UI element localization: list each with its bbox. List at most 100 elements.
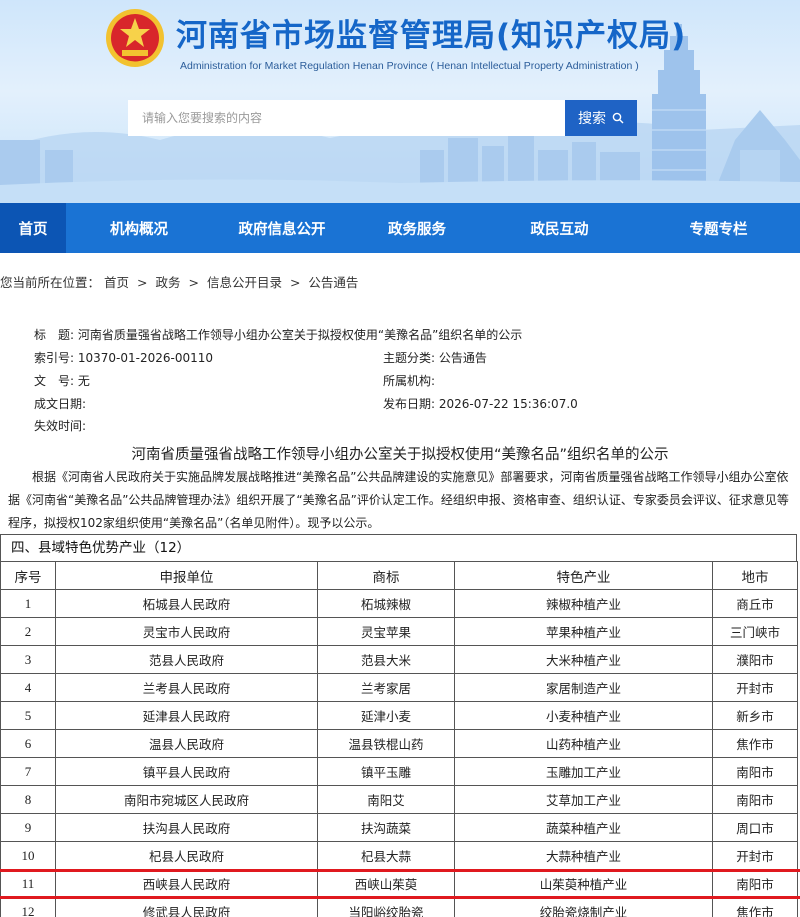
cell-industry: 艾草加工产业 <box>454 785 713 814</box>
nav-item-organization[interactable]: 机构概况 <box>66 203 212 253</box>
meta-published-value: 2026-07-22 15:36:07.0 <box>438 397 578 411</box>
article-paragraph: 根据《河南省人民政府关于实施品牌发展战略推进“美豫名品”公共品牌建设的实施意见》… <box>8 470 789 530</box>
cell-index: 9 <box>0 813 56 842</box>
cell-trademark: 杞县大蒜 <box>317 841 455 870</box>
police-emblem-icon <box>106 9 164 67</box>
breadcrumb-separator: > <box>188 275 199 290</box>
table-row: 7 镇平县人民政府 镇平玉雕 玉雕加工产业 南阳市 <box>0 757 798 786</box>
cell-industry: 绞胎瓷烧制产业 <box>454 897 713 917</box>
article-title: 河南省质量强省战略工作领导小组办公室关于拟授权使用“美豫名品”组织名单的公示 <box>131 447 669 463</box>
table-row: 6 温县人民政府 温县铁棍山药 山药种植产业 焦作市 <box>0 729 798 758</box>
cell-index: 10 <box>0 841 56 870</box>
highlight-underline-top <box>0 868 800 872</box>
table-row: 9 扶沟县人民政府 扶沟蔬菜 蔬菜种植产业 周口市 <box>0 813 798 842</box>
cell-industry: 大米种植产业 <box>454 645 713 674</box>
meta-index-value: 10370-01-2026-00110 <box>77 351 214 365</box>
breadcrumb-prefix: 您当前所在位置： <box>0 275 101 290</box>
cell-city: 焦作市 <box>712 897 798 917</box>
meta-topic-value: 公告通告 <box>438 351 487 365</box>
cell-index: 3 <box>0 645 56 674</box>
cell-index: 12 <box>0 897 56 917</box>
table-row: 12 修武县人民政府 当阳峪绞胎瓷 绞胎瓷烧制产业 焦作市 <box>0 897 798 917</box>
cell-industry: 小麦种植产业 <box>454 701 713 730</box>
cell-trademark: 温县铁棍山药 <box>317 729 455 758</box>
nav-item-home[interactable]: 首页 <box>0 203 66 253</box>
cell-applicant: 柘城县人民政府 <box>55 589 318 618</box>
cell-industry: 山药种植产业 <box>454 729 713 758</box>
meta-title-value: 河南省质量强省战略工作领导小组办公室关于拟授权使用“美豫名品”组织名单的公示 <box>77 328 523 342</box>
nav-item-special-topics[interactable]: 专题专栏 <box>637 203 800 253</box>
cell-industry: 苹果种植产业 <box>454 617 713 646</box>
search-button[interactable]: 搜索 <box>565 100 637 136</box>
cell-applicant: 杞县人民政府 <box>55 841 318 870</box>
column-header-trademark: 商标 <box>317 561 455 590</box>
meta-created-label: 成文日期: <box>34 397 87 411</box>
meta-org-row: 所属机构: <box>383 372 435 389</box>
cell-city: 南阳市 <box>712 757 798 786</box>
meta-index-row: 索引号: 10370-01-2026-00110 <box>34 349 213 366</box>
meta-title-label: 标 题: <box>34 328 75 342</box>
table-row: 8 南阳市宛城区人民政府 南阳艾 艾草加工产业 南阳市 <box>0 785 798 814</box>
cell-city: 开封市 <box>712 673 798 702</box>
cell-trademark: 范县大米 <box>317 645 455 674</box>
cell-industry: 山茱萸种植产业 <box>454 869 713 898</box>
breadcrumb-affairs[interactable]: 政务 <box>155 275 180 290</box>
cell-applicant: 灵宝市人民政府 <box>55 617 318 646</box>
cell-trademark: 柘城辣椒 <box>317 589 455 618</box>
data-table: 序号 申报单位 商标 特色产业 地市 1 柘城县人民政府 柘城辣椒 辣椒种植产业 商丘市… <box>0 561 798 917</box>
search-icon <box>612 112 624 124</box>
cell-city: 新乡市 <box>712 701 798 730</box>
cell-applicant: 范县人民政府 <box>55 645 318 674</box>
column-header-applicant: 申报单位 <box>55 561 318 590</box>
cell-index: 8 <box>0 785 56 814</box>
nav-item-interaction[interactable]: 政民互动 <box>482 203 637 253</box>
column-header-industry: 特色产业 <box>454 561 713 590</box>
cell-index: 11 <box>0 869 56 898</box>
cell-city: 焦作市 <box>712 729 798 758</box>
cell-index: 7 <box>0 757 56 786</box>
meta-docno-label: 文 号: <box>34 374 75 388</box>
nav-item-services[interactable]: 政务服务 <box>352 203 482 253</box>
breadcrumb: 您当前所在位置： 首页 > 政务 > 信息公开目录 > 公告通告 <box>0 272 358 291</box>
cell-industry: 辣椒种植产业 <box>454 589 713 618</box>
meta-topic-label: 主题分类: <box>383 351 436 365</box>
cell-index: 2 <box>0 617 56 646</box>
meta-docno-row: 文 号: 无 <box>34 372 90 389</box>
main-nav: 首页 机构概况 政府信息公开 政务服务 政民互动 专题专栏 <box>0 203 800 253</box>
meta-index-label: 索引号: <box>34 351 75 365</box>
nav-item-gov-info[interactable]: 政府信息公开 <box>212 203 352 253</box>
cell-industry: 玉雕加工产业 <box>454 757 713 786</box>
site-title: 河南省市场监督管理局(知识产权局) <box>176 18 687 54</box>
cell-index: 1 <box>0 589 56 618</box>
cell-industry: 家居制造产业 <box>454 673 713 702</box>
column-header-index: 序号 <box>0 561 56 590</box>
meta-expire-row: 失效时间: <box>34 417 86 434</box>
site-subtitle: Administration for Market Regulation Hen… <box>180 60 639 72</box>
cell-trademark: 西峡山茱萸 <box>317 869 455 898</box>
meta-topic-row: 主题分类: 公告通告 <box>383 349 487 366</box>
breadcrumb-info-directory[interactable]: 信息公开目录 <box>207 275 282 290</box>
meta-expire-label: 失效时间: <box>34 419 87 433</box>
meta-created-row: 成文日期: <box>34 395 86 412</box>
table-row: 4 兰考县人民政府 兰考家居 家居制造产业 开封市 <box>0 673 798 702</box>
column-header-city: 地市 <box>712 561 798 590</box>
cell-applicant: 镇平县人民政府 <box>55 757 318 786</box>
cell-applicant: 扶沟县人民政府 <box>55 813 318 842</box>
cell-applicant: 南阳市宛城区人民政府 <box>55 785 318 814</box>
cell-trademark: 镇平玉雕 <box>317 757 455 786</box>
table-row: 10 杞县人民政府 杞县大蒜 大蒜种植产业 开封市 <box>0 841 798 870</box>
breadcrumb-announcements[interactable]: 公告通告 <box>308 275 358 290</box>
cell-industry: 蔬菜种植产业 <box>454 813 713 842</box>
cell-applicant: 修武县人民政府 <box>55 897 318 917</box>
cell-city: 开封市 <box>712 841 798 870</box>
highlight-underline-bottom <box>0 895 800 899</box>
breadcrumb-home[interactable]: 首页 <box>104 275 129 290</box>
cell-trademark: 兰考家居 <box>317 673 455 702</box>
cell-applicant: 温县人民政府 <box>55 729 318 758</box>
search-input[interactable] <box>128 100 565 136</box>
cell-city: 周口市 <box>712 813 798 842</box>
table-row: 2 灵宝市人民政府 灵宝苹果 苹果种植产业 三门峡市 <box>0 617 798 646</box>
table-row: 3 范县人民政府 范县大米 大米种植产业 濮阳市 <box>0 645 798 674</box>
cell-index: 5 <box>0 701 56 730</box>
header-banner: 河南省市场监督管理局(知识产权局) Administration for Mar… <box>0 0 800 203</box>
